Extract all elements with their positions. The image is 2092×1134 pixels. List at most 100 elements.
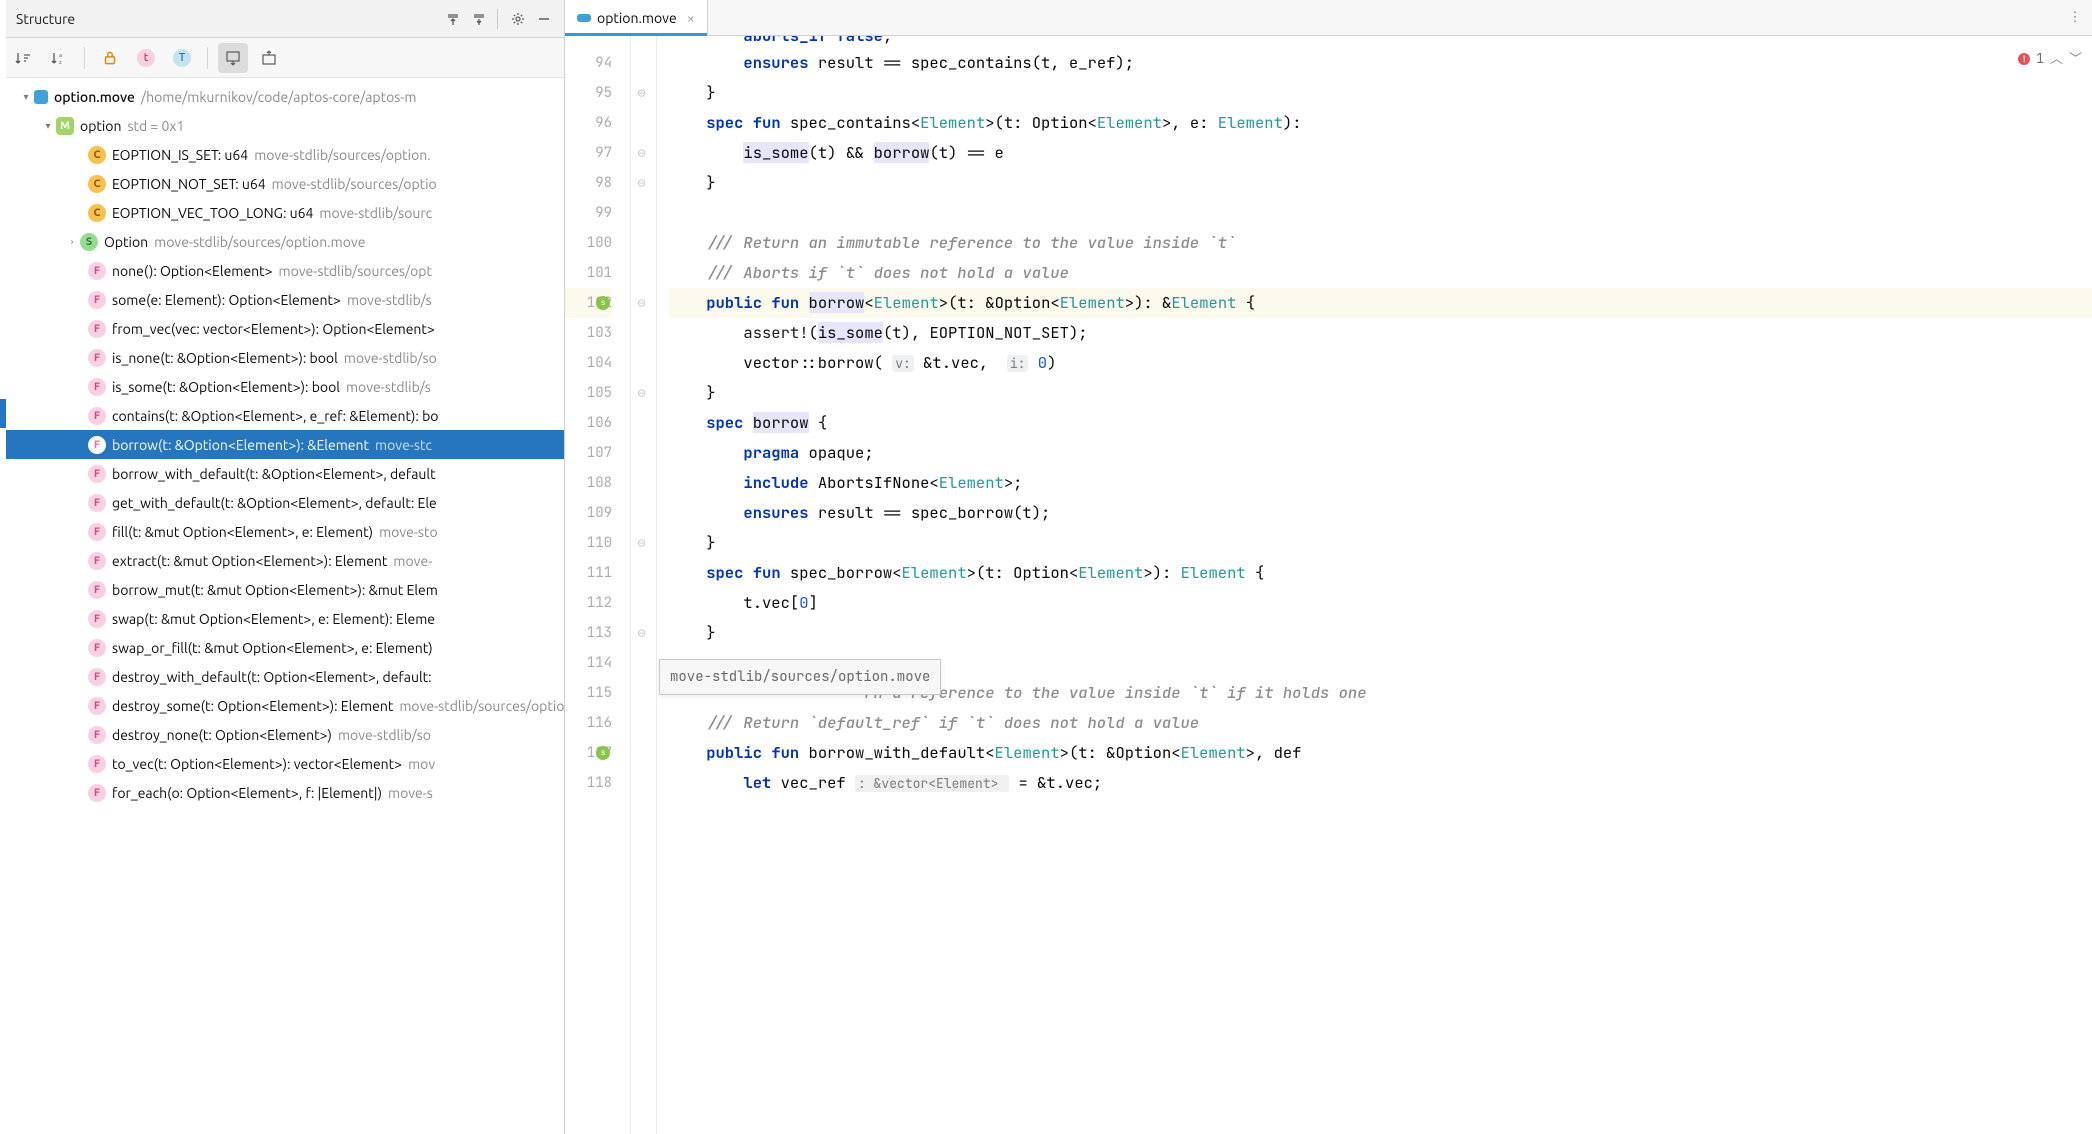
- line-number[interactable]: 112: [565, 588, 612, 618]
- expand-all-icon[interactable]: [441, 7, 465, 31]
- line-number[interactable]: 101: [565, 258, 612, 288]
- line-number[interactable]: 113: [565, 618, 612, 648]
- code-line[interactable]: t.vec[0]: [669, 588, 2092, 618]
- gutter-mark-icon[interactable]: s: [596, 746, 610, 760]
- fold-cell[interactable]: [631, 648, 656, 678]
- code-line[interactable]: }: [669, 618, 2092, 648]
- tree-item[interactable]: ›SOptionmove-stdlib/sources/option.move: [0, 227, 564, 256]
- code-line[interactable]: spec fun spec_borrow<Element>(t: Option<…: [669, 558, 2092, 588]
- fold-cell[interactable]: [631, 468, 656, 498]
- next-error-icon[interactable]: ﹀: [2069, 44, 2082, 74]
- sort-alpha-icon[interactable]: az: [44, 43, 74, 73]
- fold-cell[interactable]: ⊖: [631, 378, 656, 408]
- line-number[interactable]: 105: [565, 378, 612, 408]
- line-number[interactable]: 107: [565, 438, 612, 468]
- line-number[interactable]: 100: [565, 228, 612, 258]
- autoscroll-from-source-icon[interactable]: [254, 43, 284, 73]
- line-number[interactable]: 111: [565, 558, 612, 588]
- code-line[interactable]: }: [669, 378, 2092, 408]
- fold-cell[interactable]: [631, 348, 656, 378]
- line-number[interactable]: 96: [565, 108, 612, 138]
- line-number[interactable]: [565, 36, 612, 48]
- line-number[interactable]: 114: [565, 648, 612, 678]
- fold-cell[interactable]: ⊖: [631, 618, 656, 648]
- tab-option-move[interactable]: option.move ×: [565, 0, 708, 35]
- tree-item[interactable]: Fcontains(t: &Option<Element>, e_ref: &E…: [0, 401, 564, 430]
- minimize-icon[interactable]: [532, 7, 556, 31]
- tree-item[interactable]: Fswap(t: &mut Option<Element>, e: Elemen…: [0, 604, 564, 633]
- code-line[interactable]: assert!(is_some(t), EOPTION_NOT_SET);: [669, 318, 2092, 348]
- autoscroll-to-source-icon[interactable]: [218, 43, 248, 73]
- fold-cell[interactable]: ⊖: [631, 168, 656, 198]
- line-number[interactable]: 98: [565, 168, 612, 198]
- tree-file-row[interactable]: ▾option.move/home/mkurnikov/code/aptos-c…: [0, 82, 564, 111]
- code-line[interactable]: spec borrow {: [669, 408, 2092, 438]
- line-number[interactable]: 116: [565, 708, 612, 738]
- tree-item[interactable]: Fdestroy_with_default(t: Option<Element>…: [0, 662, 564, 691]
- code-line[interactable]: is_some(t) && borrow(t) == e: [669, 138, 2092, 168]
- line-number[interactable]: 104: [565, 348, 612, 378]
- tree-item[interactable]: Fdestroy_some(t: Option<Element>): Eleme…: [0, 691, 564, 720]
- line-number[interactable]: 94: [565, 48, 612, 78]
- line-number[interactable]: 108: [565, 468, 612, 498]
- gear-icon[interactable]: [506, 7, 530, 31]
- fold-cell[interactable]: [631, 198, 656, 228]
- collapse-all-icon[interactable]: [467, 7, 491, 31]
- fold-cell[interactable]: [631, 408, 656, 438]
- tree-item[interactable]: CEOPTION_IS_SET: u64move-stdlib/sources/…: [0, 140, 564, 169]
- tree-item[interactable]: CEOPTION_VEC_TOO_LONG: u64move-stdlib/so…: [0, 198, 564, 227]
- tree-item[interactable]: CEOPTION_NOT_SET: u64move-stdlib/sources…: [0, 169, 564, 198]
- tree-item[interactable]: Fborrow_with_default(t: &Option<Element>…: [0, 459, 564, 488]
- gutter-mark-icon[interactable]: s: [596, 296, 610, 310]
- code-line[interactable]: pragma opaque;: [669, 438, 2092, 468]
- fold-cell[interactable]: [631, 498, 656, 528]
- fold-cell[interactable]: [631, 558, 656, 588]
- structure-tree[interactable]: ▾option.move/home/mkurnikov/code/aptos-c…: [0, 78, 564, 1134]
- fold-icon[interactable]: ⊖: [637, 147, 646, 160]
- code-line[interactable]: }: [669, 78, 2092, 108]
- code-line[interactable]: /// Aborts if `t` does not hold a value: [669, 258, 2092, 288]
- line-number[interactable]: 110: [565, 528, 612, 558]
- fold-cell[interactable]: [631, 768, 656, 798]
- fold-icon[interactable]: ⊖: [637, 537, 646, 550]
- tree-item[interactable]: Fsome(e: Element): Option<Element>move-s…: [0, 285, 564, 314]
- tree-item[interactable]: Ffill(t: &mut Option<Element>, e: Elemen…: [0, 517, 564, 546]
- fold-gutter[interactable]: ⊖⊖⊖⊖⊖⊖⊖: [631, 36, 657, 1134]
- fold-cell[interactable]: [631, 318, 656, 348]
- tree-item[interactable]: Fto_vec(t: Option<Element>): vector<Elem…: [0, 749, 564, 778]
- fold-cell[interactable]: [631, 228, 656, 258]
- code-line[interactable]: }: [669, 168, 2092, 198]
- sort-icon[interactable]: [8, 43, 38, 73]
- fold-icon[interactable]: ⊖: [637, 177, 646, 190]
- code-line[interactable]: /// Return an immutable reference to the…: [669, 228, 2092, 258]
- fold-cell[interactable]: [631, 36, 656, 48]
- fold-cell[interactable]: [631, 678, 656, 708]
- fold-cell[interactable]: [631, 438, 656, 468]
- prev-error-icon[interactable]: ︿: [2050, 44, 2063, 74]
- tree-item[interactable]: Fis_some(t: &Option<Element>): boolmove-…: [0, 372, 564, 401]
- tree-item[interactable]: Fextract(t: &mut Option<Element>): Eleme…: [0, 546, 564, 575]
- code-line[interactable]: /// Return `default_ref` if `t` does not…: [669, 708, 2092, 738]
- code-line[interactable]: include AbortsIfNone<Element>;: [669, 468, 2092, 498]
- code-line[interactable]: public fun borrow_with_default<Element>(…: [669, 738, 2092, 768]
- fold-icon[interactable]: ⊖: [637, 627, 646, 640]
- line-number[interactable]: 117s: [565, 738, 612, 768]
- fold-cell[interactable]: ⊖: [631, 138, 656, 168]
- tree-item[interactable]: Fborrow_mut(t: &mut Option<Element>): &m…: [0, 575, 564, 604]
- lock-icon[interactable]: [95, 43, 125, 73]
- line-number[interactable]: 102s: [565, 288, 612, 318]
- fold-cell[interactable]: [631, 708, 656, 738]
- tree-item[interactable]: Fget_with_default(t: &Option<Element>, d…: [0, 488, 564, 517]
- tree-item[interactable]: Fis_none(t: &Option<Element>): boolmove-…: [0, 343, 564, 372]
- line-number-gutter[interactable]: 949596979899100101102s103104105106107108…: [565, 36, 631, 1134]
- code-line[interactable]: }: [669, 528, 2092, 558]
- filter-t-pink[interactable]: t: [131, 43, 161, 73]
- line-number[interactable]: 99: [565, 198, 612, 228]
- tree-item[interactable]: Ffor_each(o: Option<Element>, f: |Elemen…: [0, 778, 564, 807]
- fold-cell[interactable]: ⊖: [631, 288, 656, 318]
- line-number[interactable]: 97: [565, 138, 612, 168]
- line-number[interactable]: 118: [565, 768, 612, 798]
- fold-cell[interactable]: [631, 738, 656, 768]
- line-number[interactable]: 95: [565, 78, 612, 108]
- fold-cell[interactable]: [631, 48, 656, 78]
